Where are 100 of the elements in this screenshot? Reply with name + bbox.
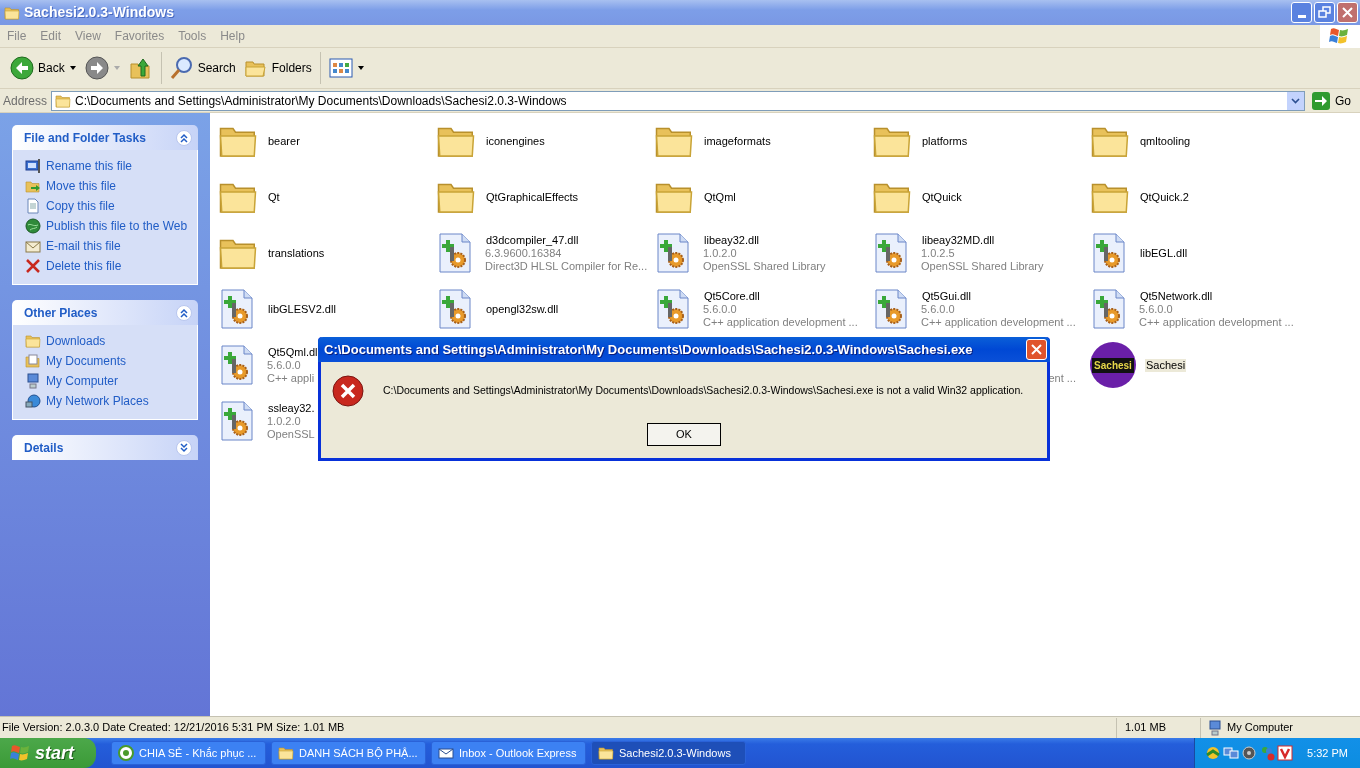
- envelope-icon: [25, 238, 41, 254]
- globe-icon: [25, 393, 41, 409]
- zone-label: My Computer: [1227, 720, 1294, 736]
- app-logo[interactable]: Sachesi: [1090, 342, 1136, 388]
- file-name[interactable]: platforms: [921, 134, 969, 148]
- file-name[interactable]: libeay32MD.dll: [921, 233, 1044, 247]
- task-link[interactable]: My Computer: [25, 371, 119, 391]
- file-size: 1.01 MB: [1116, 717, 1200, 738]
- collapse-icon[interactable]: [176, 304, 192, 321]
- delete-icon: [25, 258, 41, 274]
- task-link[interactable]: Rename this file: [25, 156, 133, 176]
- file-version: 1.0.2.0: [267, 414, 302, 428]
- file-name[interactable]: libGLESV2.dll: [267, 302, 337, 316]
- arrow-left-icon: [10, 56, 34, 80]
- folder-icon: [25, 333, 41, 349]
- file-description: Direct3D HLSL Compiler for Re...: [485, 259, 648, 273]
- restore-button[interactable]: [1314, 2, 1335, 23]
- panel-header[interactable]: Other Places: [12, 300, 198, 325]
- file-name[interactable]: qmltooling: [1139, 134, 1192, 148]
- close-button[interactable]: [1026, 339, 1047, 360]
- file-name[interactable]: Sachesi: [1145, 358, 1187, 372]
- arrow-right-icon: [1311, 90, 1331, 111]
- documents-folder-icon: [25, 353, 41, 369]
- file-name[interactable]: QtQuick.2: [1139, 190, 1190, 204]
- envelope-icon: [438, 745, 454, 761]
- task-link[interactable]: Downloads: [25, 331, 106, 351]
- caret-icon: [356, 64, 365, 72]
- file-description: OpenSSL: [267, 427, 316, 441]
- file-name[interactable]: bearer: [267, 134, 301, 148]
- panel-title: Other Places: [24, 304, 98, 322]
- collapse-icon[interactable]: [176, 129, 192, 146]
- file-name[interactable]: libeay32.dll: [703, 233, 826, 247]
- file-name[interactable]: iconengines: [485, 134, 546, 148]
- minimize-button[interactable]: [1291, 2, 1312, 23]
- folder-up-icon: [128, 56, 153, 80]
- file-version: 6.3.9600.16384: [485, 246, 563, 260]
- taskbar-button[interactable]: CHIA SẺ - Khắc phục ...: [111, 741, 266, 765]
- folders-button[interactable]: Folders: [239, 51, 316, 85]
- ok-button[interactable]: OK: [647, 423, 721, 446]
- windows-logo-icon: [1329, 26, 1351, 46]
- file-name[interactable]: QtQml: [703, 190, 737, 204]
- task-link[interactable]: Publish this file to the Web: [25, 216, 188, 236]
- taskbar-button[interactable]: Sachesi2.0.3-Windows: [591, 741, 746, 765]
- file-name[interactable]: ssleay32.: [267, 401, 316, 415]
- task-link[interactable]: Delete this file: [25, 256, 122, 276]
- taskbar-button[interactable]: Inbox - Outlook Express: [431, 741, 586, 765]
- globe-icon: [25, 218, 41, 234]
- file-name[interactable]: Qt5Qml.dl: [267, 345, 319, 359]
- minimize-icon: [1297, 15, 1306, 18]
- file-name[interactable]: Qt: [267, 190, 281, 204]
- network-icon[interactable]: [1223, 745, 1240, 761]
- search-icon: [169, 56, 194, 80]
- file-version: 1.0.2.5: [921, 246, 956, 260]
- views-icon: [328, 56, 353, 80]
- panel-header[interactable]: Details: [12, 435, 198, 460]
- dropdown-button[interactable]: [1287, 91, 1304, 110]
- speaker-icon[interactable]: [1241, 745, 1258, 761]
- search-button[interactable]: Search: [165, 51, 240, 85]
- file-name[interactable]: QtGraphicalEffects: [485, 190, 580, 204]
- file-name[interactable]: Qt5Network.dll: [1139, 289, 1294, 303]
- chevron-down-icon: [1291, 97, 1300, 104]
- file-description: OpenSSL Shared Library: [703, 259, 826, 273]
- file-description: C++ appli: [267, 371, 316, 385]
- close-button[interactable]: [1337, 2, 1358, 23]
- address-field[interactable]: C:\Documents and Settings\Administrator\My Documents\Downloads\Sachesi2.0.3-Windows: [51, 90, 1305, 111]
- file-name[interactable]: libEGL.dll: [1139, 246, 1189, 260]
- arrow-right-icon: [84, 56, 109, 80]
- file-name[interactable]: Qt5Gui.dll: [921, 289, 1076, 303]
- dialog-title: C:\Documents and Settings\Administrator\My Documents\Downloads\Sachesi2.0.3-Windows\Sachesi.exe: [324, 340, 973, 359]
- restore-icon: [1317, 5, 1332, 20]
- error-message: C:\Documents and Settings\Administrator\My Documents\Downloads\Sachesi2.0.3-Windows\Sachesi.exe is not a valid Win32 application.: [383, 383, 1024, 399]
- file-version: 5.6.0.0: [921, 302, 956, 316]
- folder-icon: [278, 745, 294, 761]
- file-name[interactable]: Qt5Core.dll: [703, 289, 858, 303]
- go-button[interactable]: Go: [1305, 90, 1357, 111]
- clock: 5:32 PM: [1307, 745, 1348, 761]
- computer-icon: [1207, 719, 1223, 736]
- taskbar-button[interactable]: DANH SÁCH BỘ PHẬ...: [271, 741, 426, 765]
- antivirus-icon[interactable]: [1277, 745, 1294, 761]
- file-description: C++ application development ...: [1139, 315, 1294, 329]
- file-name[interactable]: d3dcompiler_47.dll: [485, 233, 648, 247]
- task-link[interactable]: E-mail this file: [25, 236, 121, 256]
- tray-icon[interactable]: [1205, 745, 1222, 761]
- file-name[interactable]: translations: [267, 246, 326, 260]
- windows-logo-icon: [10, 743, 30, 763]
- task-link[interactable]: Copy this file: [25, 196, 115, 216]
- close-icon: [1340, 5, 1355, 20]
- file-version: 5.6.0.0: [267, 358, 302, 372]
- close-icon: [1029, 342, 1044, 357]
- file-name[interactable]: opengl32sw.dll: [485, 302, 560, 316]
- task-link[interactable]: My Network Places: [25, 391, 149, 411]
- task-link[interactable]: Move this file: [25, 176, 117, 196]
- back-button[interactable]: Back: [6, 51, 81, 85]
- panel-header[interactable]: File and Folder Tasks: [12, 125, 198, 150]
- panel-title: Details: [24, 439, 64, 457]
- folder-icon: [55, 92, 72, 109]
- task-link[interactable]: My Documents: [25, 351, 127, 371]
- expand-icon[interactable]: [176, 439, 192, 456]
- file-name[interactable]: imageformats: [703, 134, 772, 148]
- file-name[interactable]: QtQuick: [921, 190, 963, 204]
